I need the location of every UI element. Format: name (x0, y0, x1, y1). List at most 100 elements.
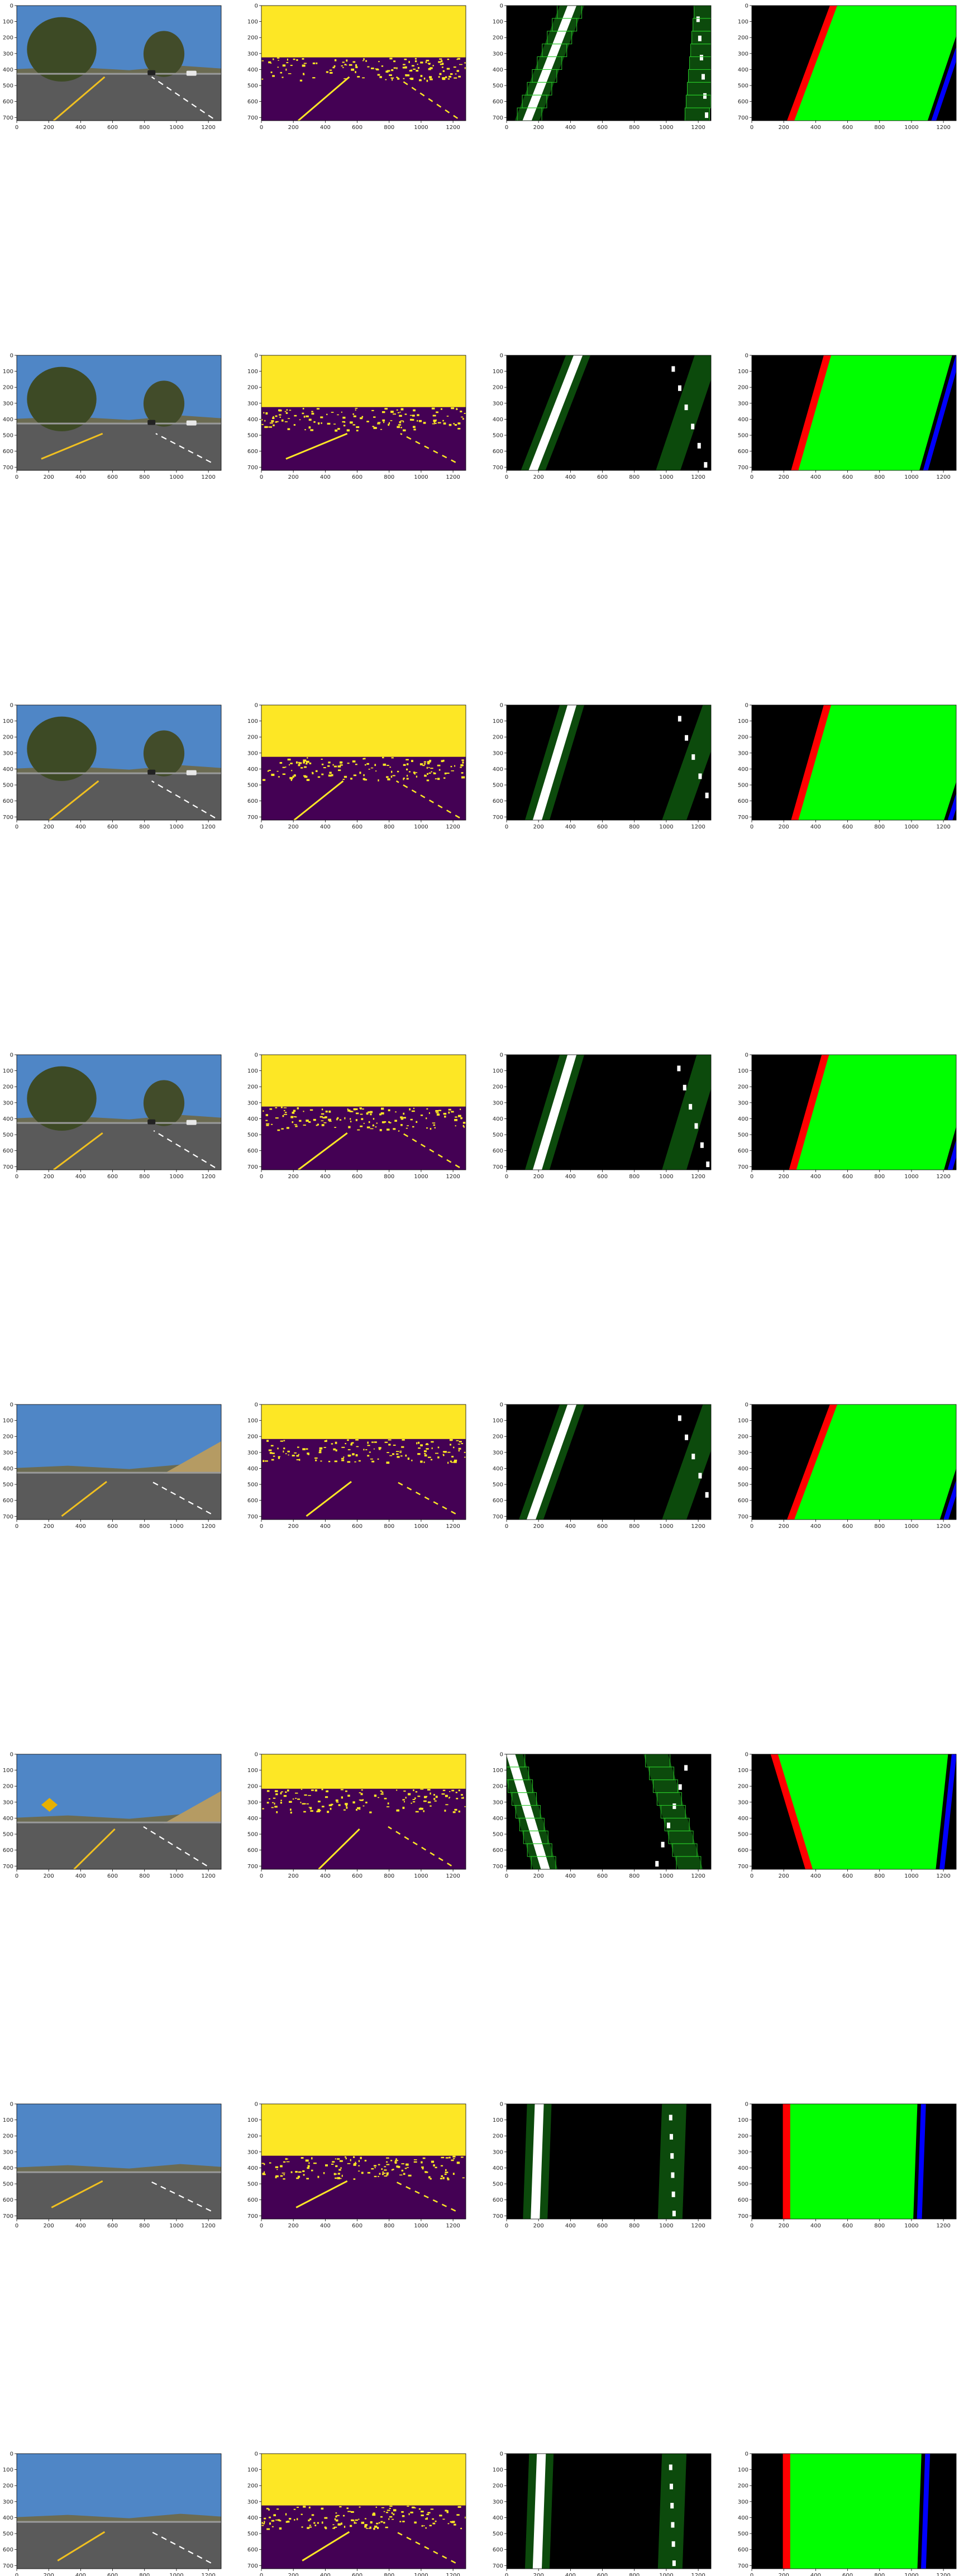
y-tick-label: 300 (3, 1450, 13, 1456)
noise-speck (295, 1125, 298, 1127)
x-tick-label: 800 (874, 2223, 885, 2229)
sky-mask (261, 2104, 466, 2156)
y-tick-label: 0 (10, 2451, 13, 2458)
tree-canopy (27, 716, 97, 781)
noise-speck (375, 2506, 377, 2508)
noise-speck (369, 1111, 373, 1113)
panel-image (261, 1404, 466, 1520)
x-tick-label: 200 (288, 2573, 299, 2576)
noise-speck (411, 1802, 412, 1804)
x-tick-label: 600 (842, 2223, 853, 2229)
noise-speck (362, 1805, 365, 1807)
x-tick-label: 1000 (414, 2223, 428, 2229)
y-tick-label: 300 (738, 401, 748, 407)
panel-image (17, 2454, 221, 2569)
noise-speck (444, 1810, 446, 1812)
right-lane-pixels (655, 1861, 659, 1867)
noise-speck (282, 2172, 285, 2174)
y-tick-label: 500 (738, 433, 748, 439)
x-tick-label: 0 (15, 474, 18, 480)
noise-speck (445, 76, 447, 78)
x-tick-label: 800 (139, 824, 150, 830)
noise-speck (412, 1126, 414, 1128)
y-tick-label: 400 (493, 2515, 503, 2521)
x-tick-label: 800 (384, 824, 394, 830)
road-surface (17, 1473, 221, 1520)
x-tick-label: 1200 (936, 824, 950, 830)
noise-speck (374, 1794, 377, 1797)
noise-speck (454, 424, 457, 426)
noise-speck (359, 1807, 361, 1809)
noise-speck (346, 2507, 349, 2510)
car (186, 70, 197, 76)
noise-speck (389, 2516, 393, 2518)
noise-speck (417, 420, 418, 422)
noise-speck (412, 2507, 416, 2508)
noise-speck (275, 1793, 278, 1796)
noise-speck (340, 2167, 342, 2169)
right-lane-pixels (685, 735, 689, 741)
noise-speck (445, 1804, 449, 1806)
y-tick-label: 700 (738, 115, 748, 121)
noise-speck (263, 2523, 265, 2525)
noise-speck (457, 1115, 461, 1117)
noise-speck (344, 1117, 346, 1120)
noise-speck (358, 1460, 361, 1462)
noise-speck (366, 1112, 369, 1115)
x-tick-label: 800 (384, 125, 394, 131)
y-tick-label: 500 (247, 1482, 258, 1488)
x-tick-label: 1000 (659, 1174, 673, 1180)
noise-speck (426, 2517, 428, 2520)
noise-speck (333, 423, 336, 425)
noise-speck (326, 71, 329, 73)
right-lane-pixels (671, 366, 675, 372)
y-tick-label: 400 (493, 1466, 503, 1472)
y-tick-label: 400 (247, 766, 258, 773)
noise-speck (389, 2506, 393, 2507)
noise-speck (430, 1805, 432, 1807)
y-tick-label: 100 (3, 718, 13, 725)
noise-speck (435, 1796, 438, 1798)
noise-speck (397, 426, 400, 428)
noise-speck (317, 2175, 319, 2178)
noise-speck (387, 1806, 390, 1808)
y-tick-label: 200 (738, 385, 748, 391)
x-tick-label: 1000 (414, 1873, 428, 1879)
noise-speck (340, 1789, 343, 1791)
noise-speck (420, 1808, 422, 1810)
noise-speck (261, 423, 264, 425)
noise-speck (395, 1111, 397, 1113)
noise-speck (363, 58, 365, 60)
noise-speck (417, 414, 419, 416)
right-lane-pixels (685, 1434, 689, 1440)
noise-speck (449, 423, 452, 426)
noise-speck (423, 1800, 427, 1802)
x-tick-label: 600 (107, 1523, 118, 1530)
noise-speck (434, 1800, 437, 1802)
y-tick-label: 0 (255, 703, 258, 709)
x-tick-label: 1200 (691, 2223, 705, 2229)
noise-speck (347, 1439, 349, 1441)
noise-speck (460, 411, 462, 413)
noise-speck (443, 777, 446, 779)
noise-speck (461, 2156, 464, 2158)
x-tick-label: 1000 (169, 1523, 183, 1530)
noise-speck (302, 1448, 306, 1450)
noise-speck (440, 2178, 443, 2179)
noise-speck (345, 1804, 347, 1807)
y-tick-label: 400 (3, 1466, 13, 1472)
x-tick-label: 800 (139, 2573, 150, 2576)
noise-speck (401, 2169, 404, 2172)
noise-speck (412, 1799, 416, 1801)
noise-speck (303, 2174, 305, 2176)
noise-speck (421, 2525, 423, 2527)
noise-speck (269, 426, 273, 428)
x-tick-label: 400 (810, 1174, 821, 1180)
noise-speck (303, 1111, 304, 1112)
noise-speck (428, 2176, 431, 2179)
noise-speck (371, 2168, 374, 2170)
noise-speck (448, 1108, 451, 1111)
y-tick-label: 400 (493, 1116, 503, 1122)
x-tick-label: 400 (810, 474, 821, 480)
x-tick-label: 200 (288, 1523, 299, 1530)
